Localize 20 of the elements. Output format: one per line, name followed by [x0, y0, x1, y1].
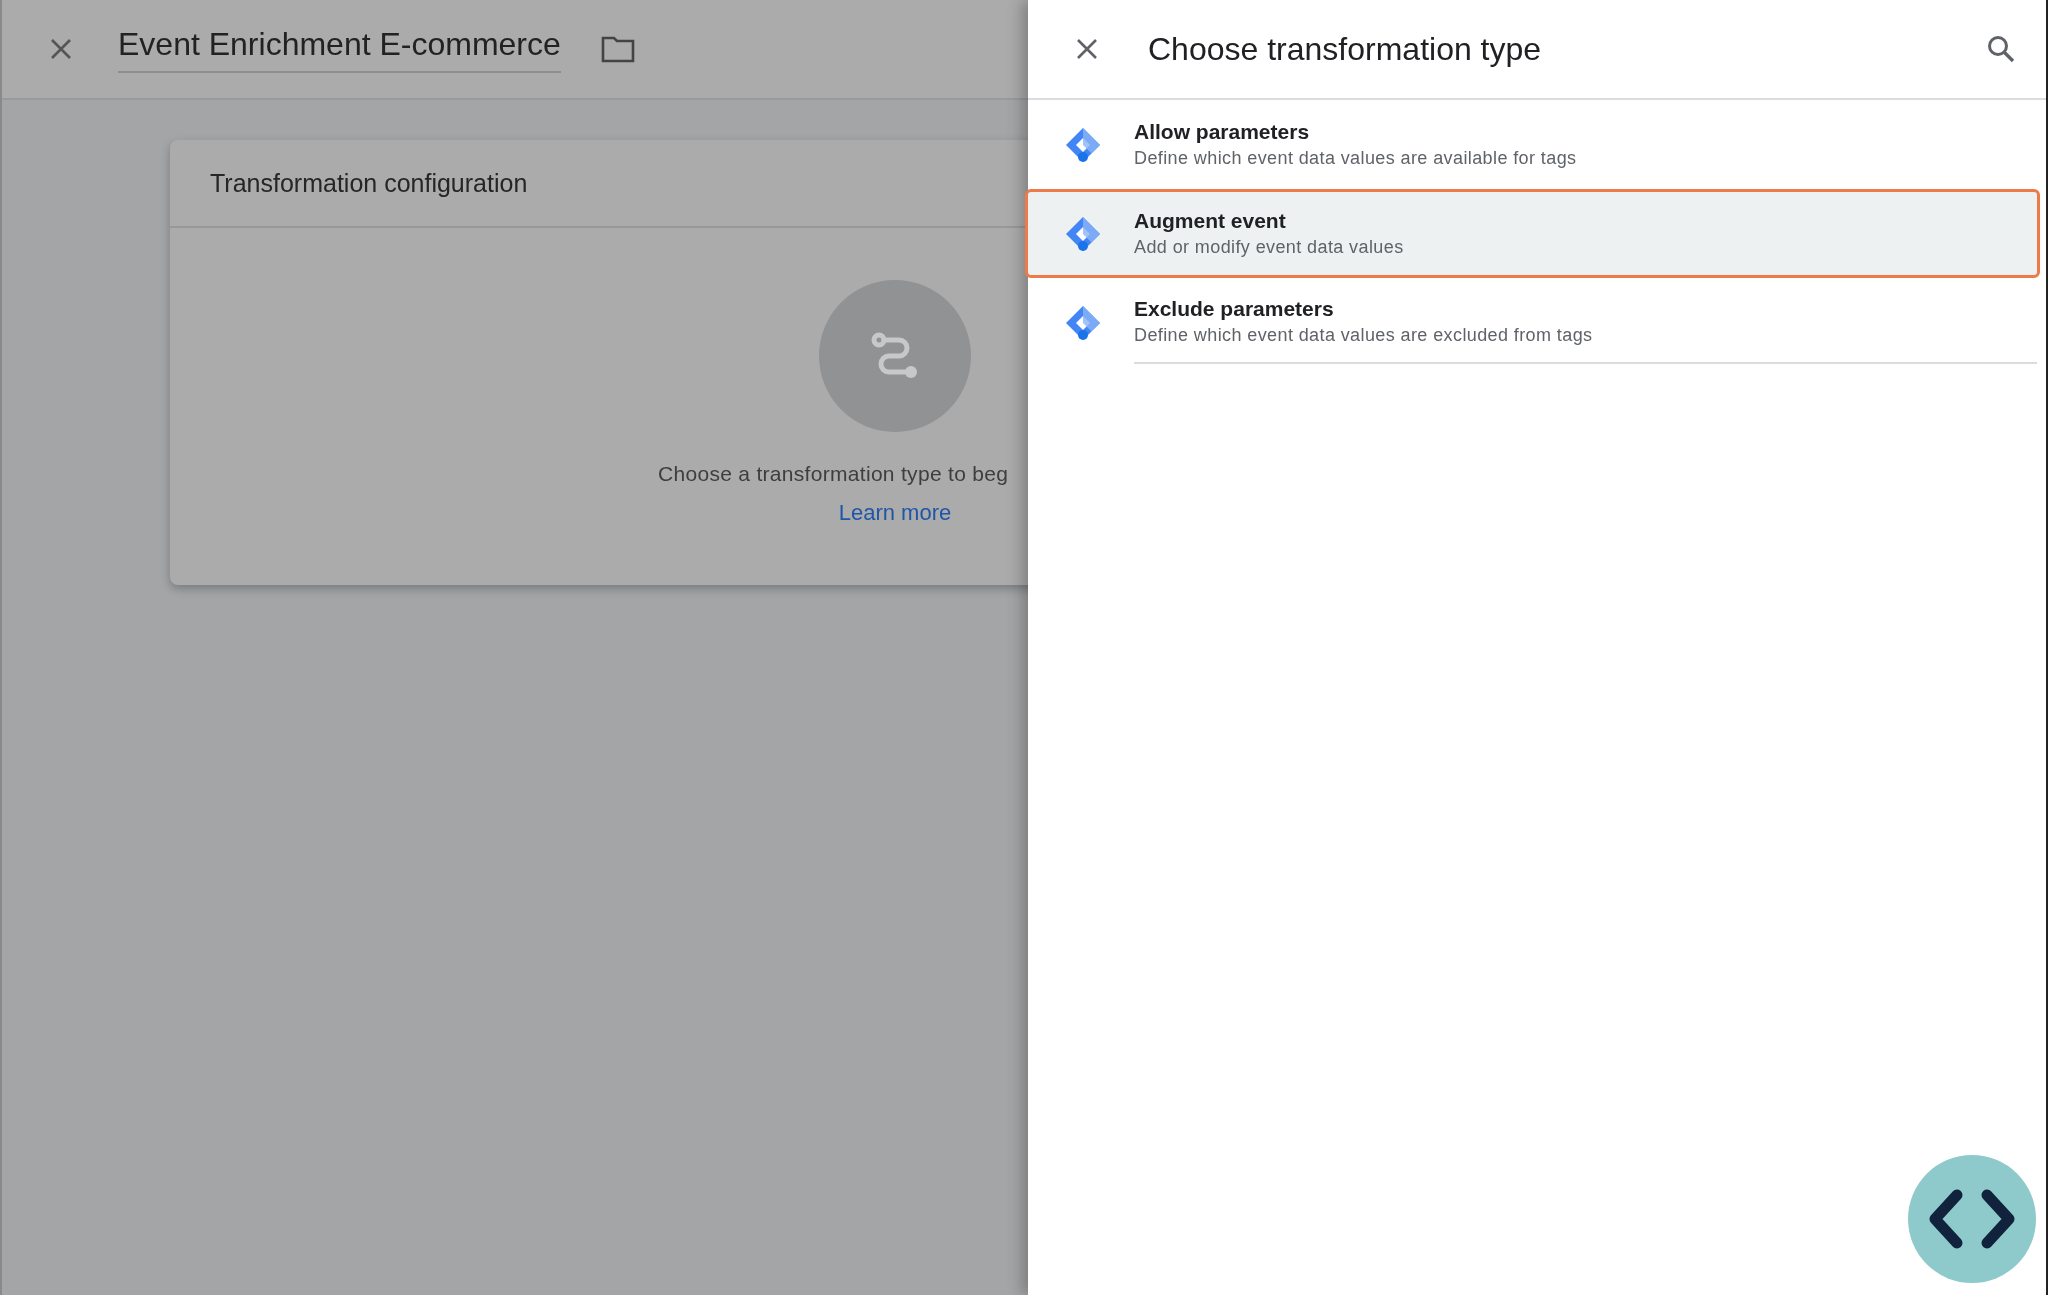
- diamond-icon: [1064, 214, 1102, 253]
- transformation-option[interactable]: Exclude parameters Define which event data values are excluded from tags: [1025, 278, 2040, 367]
- transformation-option[interactable]: Allow parameters Define which event data values are available for tags: [1025, 100, 2040, 189]
- option-title: Allow parameters: [1134, 120, 1311, 144]
- close-icon: [1075, 37, 1099, 61]
- search-icon: [1986, 34, 2016, 64]
- diamond-icon: [1064, 125, 1102, 164]
- card-title: Transformation configuration: [210, 168, 528, 198]
- option-title: Exclude parameters: [1134, 297, 1335, 321]
- close-icon: [49, 37, 73, 61]
- option-title: Augment event: [1134, 209, 1287, 233]
- diamond-icon: [1064, 303, 1102, 342]
- option-description: Define which event data values are available for tags: [1134, 148, 1578, 169]
- panel-title: Choose transformation type: [1148, 30, 1543, 68]
- folder-icon[interactable]: [600, 35, 635, 63]
- transformation-option[interactable]: Augment event Add or modify event data values: [1025, 189, 2040, 278]
- option-description: Define which event data values are excluded from tags: [1134, 325, 1594, 346]
- option-description: Add or modify event data values: [1134, 237, 1405, 258]
- code-icon: [1927, 1189, 2017, 1249]
- empty-state-message: Choose a transformation type to beg: [658, 462, 1009, 486]
